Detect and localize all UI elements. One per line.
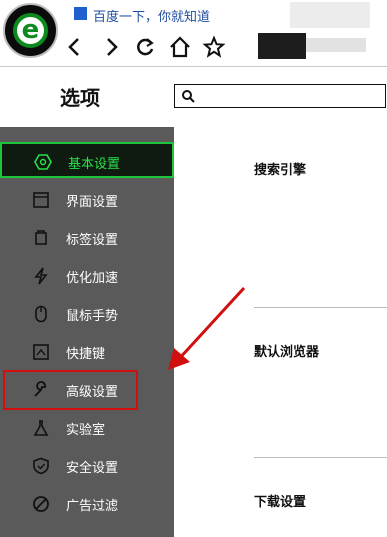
home-icon[interactable] xyxy=(169,35,191,59)
section-title-default-browser: 默认浏览器 xyxy=(254,345,320,360)
sidebar-item-security[interactable]: 安全设置 xyxy=(0,448,174,484)
logo-e-icon: e xyxy=(13,13,48,48)
tab-title[interactable]: 百度一下，你就知道 xyxy=(93,6,210,25)
sidebar-item-label: 高级设置 xyxy=(66,385,119,400)
sidebar-item-lab[interactable]: 实验室 xyxy=(0,410,174,446)
section-title-search-engine: 搜索引擎 xyxy=(254,163,307,178)
section-divider xyxy=(254,457,387,458)
sidebar-item-label: 鼠标手势 xyxy=(66,309,119,324)
search-icon xyxy=(182,90,195,103)
blurred-region xyxy=(290,2,370,28)
section-divider xyxy=(254,307,387,308)
page-title: 选项 xyxy=(60,86,100,110)
shield-icon xyxy=(33,457,49,475)
sidebar-item-optimize[interactable]: 优化加速 xyxy=(0,258,174,294)
keyboard-icon xyxy=(33,344,49,360)
browser-toolbar: e 百度一下，你就知道 xyxy=(0,0,387,67)
window-icon xyxy=(33,192,49,208)
sidebar-item-mouse-gesture[interactable]: 鼠标手势 xyxy=(0,296,174,332)
address-bar[interactable] xyxy=(258,33,306,59)
flask-icon xyxy=(33,420,49,436)
sidebar-item-basic[interactable]: 基本设置 xyxy=(0,142,174,178)
sidebar-item-label: 优化加速 xyxy=(66,271,119,286)
sidebar-item-shortcuts[interactable]: 快捷键 xyxy=(0,334,174,370)
annotation-arrow xyxy=(168,286,246,370)
sidebar-item-label: 标签设置 xyxy=(66,233,119,248)
sidebar-item-label: 实验室 xyxy=(66,423,106,438)
sidebar-item-label: 安全设置 xyxy=(66,461,119,476)
sidebar-item-interface[interactable]: 界面设置 xyxy=(0,182,174,218)
lightning-icon xyxy=(34,267,48,285)
sidebar-item-label: 基本设置 xyxy=(68,157,121,172)
sidebar-item-label: 快捷键 xyxy=(66,347,106,362)
browser-logo[interactable]: e xyxy=(3,3,58,58)
sidebar-item-label: 界面设置 xyxy=(66,195,119,210)
options-search-input[interactable] xyxy=(174,84,386,108)
sidebar-item-adblock[interactable]: 广告过滤 xyxy=(0,486,174,522)
hexagon-icon xyxy=(34,154,52,170)
sidebar-item-advanced[interactable]: 高级设置 xyxy=(3,370,138,410)
wrench-icon xyxy=(34,381,46,397)
sidebar-item-tabs[interactable]: 标签设置 xyxy=(0,220,174,256)
block-icon xyxy=(33,496,49,512)
section-title-download: 下载设置 xyxy=(254,495,307,510)
address-bar-text xyxy=(306,38,366,52)
sidebar-item-label: 广告过滤 xyxy=(66,499,119,514)
options-sidebar: 基本设置 界面设置 标签设置 优化加速 鼠标手势 快捷键 高级设置 实验室 安全… xyxy=(0,127,174,537)
star-icon[interactable] xyxy=(202,35,226,59)
refresh-icon[interactable] xyxy=(134,35,156,59)
back-icon[interactable] xyxy=(64,35,86,59)
tab-favicon-icon xyxy=(74,7,87,20)
mouse-icon xyxy=(35,305,47,323)
forward-icon[interactable] xyxy=(100,35,122,59)
tab-icon xyxy=(35,230,47,245)
